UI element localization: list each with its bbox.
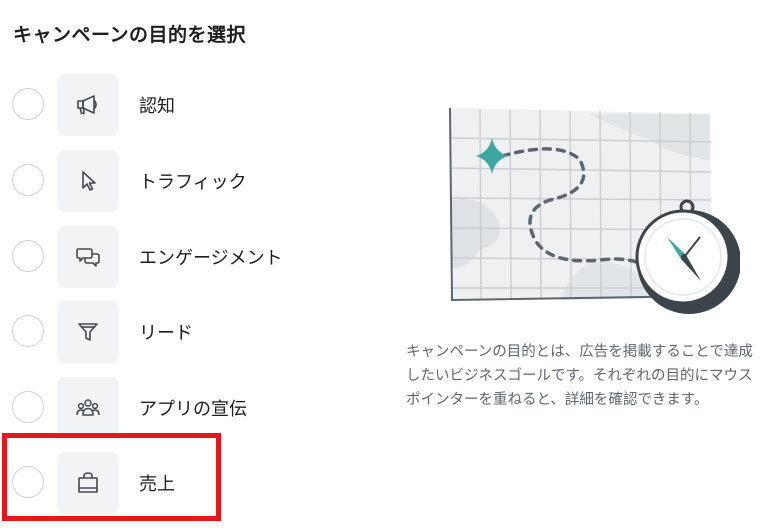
- cursor-icon: [57, 150, 119, 212]
- option-label: アプリの宣伝: [139, 399, 247, 420]
- funnel-icon: [57, 301, 119, 363]
- option-label: エンゲージメント: [139, 248, 283, 269]
- chat-bubbles-icon: [57, 226, 119, 288]
- radio-button[interactable]: [12, 315, 44, 347]
- radio-button[interactable]: [12, 391, 44, 423]
- page-title: キャンペーンの目的を選択: [13, 24, 247, 46]
- objective-option-awareness[interactable]: 認知: [0, 74, 330, 138]
- objective-option-leads[interactable]: リード: [0, 301, 330, 365]
- map-compass-illustration: [440, 100, 741, 330]
- objective-option-engagement[interactable]: エンゲージメント: [0, 226, 330, 290]
- objective-option-app-promotion[interactable]: アプリの宣伝: [0, 377, 330, 441]
- objective-option-traffic[interactable]: トラフィック: [0, 150, 330, 214]
- radio-button[interactable]: [12, 88, 44, 120]
- objective-description: キャンペーンの目的とは、広告を掲載することで達成したいビジネスゴールです。それぞ…: [406, 344, 753, 408]
- option-label: 認知: [139, 96, 175, 117]
- people-icon: [57, 377, 119, 439]
- radio-button[interactable]: [12, 164, 44, 196]
- option-label: リード: [139, 323, 193, 344]
- megaphone-icon: [57, 74, 119, 136]
- highlight-box: [2, 433, 221, 521]
- radio-button[interactable]: [12, 240, 44, 272]
- option-label: トラフィック: [139, 172, 247, 193]
